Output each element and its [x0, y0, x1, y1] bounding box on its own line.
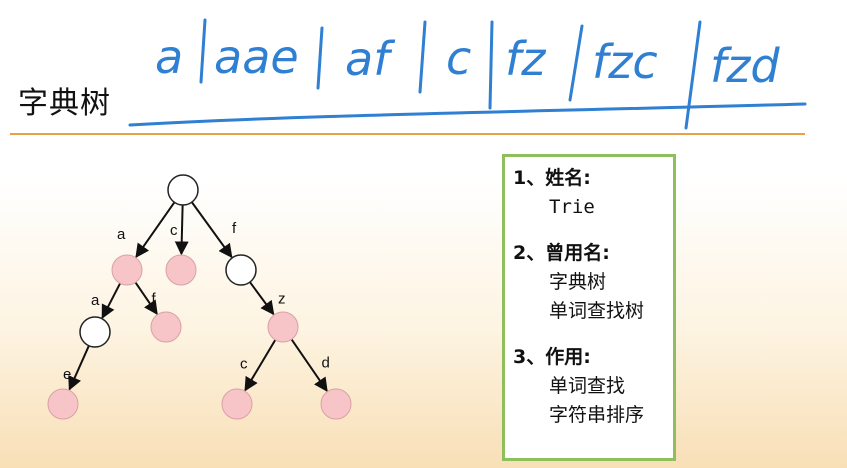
info-box: 1、姓名: Trie 2、曾用名: 字典树 单词查找树 3、作用: 单词查找 字…: [502, 154, 676, 461]
trie-node-word-end: [150, 311, 182, 343]
section-heading: 1、姓名:: [513, 167, 591, 189]
handwritten-divider: [684, 20, 702, 130]
edge-label: d: [322, 355, 330, 372]
section-item: 字符串排序: [549, 404, 645, 426]
handwritten-divider: [488, 20, 494, 110]
section-item: 字典树: [549, 271, 607, 293]
edge-label: a: [117, 226, 126, 243]
trie-node-word-end: [221, 388, 253, 420]
section-item: Trie: [549, 196, 595, 218]
handwritten-word: c: [446, 31, 471, 85]
trie-edge: [244, 339, 277, 392]
section-heading: 2、曾用名:: [513, 242, 610, 264]
trie-node: [225, 254, 257, 286]
handwritten-divider: [568, 24, 584, 102]
edge-label: e: [63, 366, 71, 383]
trie-edge: [190, 201, 233, 259]
handwritten-underline: [128, 102, 807, 127]
trie-edge: [135, 201, 176, 259]
trie-edges: a c f a f e z c d: [63, 201, 330, 392]
info-section-uses: 3、作用: 单词查找 字符串排序: [513, 342, 665, 430]
handwritten-divider: [199, 18, 207, 84]
trie-diagram: a c f a f e z c d: [47, 174, 352, 420]
trie-edge: [174, 204, 189, 256]
section-heading: 3、作用:: [513, 346, 591, 368]
trie-edge: [68, 345, 90, 391]
trie-edge: [249, 281, 275, 316]
info-section-name: 1、姓名: Trie: [513, 163, 665, 222]
info-section-aliases: 2、曾用名: 字典树 单词查找树: [513, 238, 665, 326]
section-item: 单词查找: [549, 375, 626, 397]
edge-label: c: [240, 356, 248, 373]
handwritten-word: af: [345, 32, 395, 86]
handwritten-word: fzc: [592, 35, 658, 89]
edge-label: f: [232, 220, 237, 237]
trie-node: [79, 316, 111, 348]
trie-edge: [101, 282, 122, 320]
edge-label: a: [91, 292, 100, 309]
handwritten-word: fz: [505, 32, 546, 86]
handwritten-word: aae: [214, 30, 299, 84]
handwritten-divider: [316, 26, 324, 90]
handwritten-divider: [418, 20, 427, 94]
trie-node-word-end: [47, 388, 79, 420]
trie-node: [167, 174, 199, 206]
edge-label: z: [278, 291, 286, 308]
trie-node-word-end: [165, 254, 197, 286]
handwritten-word: fzd: [710, 39, 780, 93]
section-item: 单词查找树: [549, 300, 645, 322]
trie-node-word-end: [111, 254, 143, 286]
edge-label: f: [152, 291, 157, 308]
handwritten-word-list: a aae af c fz fzc fzd: [128, 18, 807, 130]
title-divider: [10, 133, 805, 135]
handwritten-word: a: [155, 30, 183, 84]
edge-label: c: [170, 222, 178, 239]
trie-node-word-end: [267, 311, 299, 343]
trie-node-word-end: [320, 388, 352, 420]
